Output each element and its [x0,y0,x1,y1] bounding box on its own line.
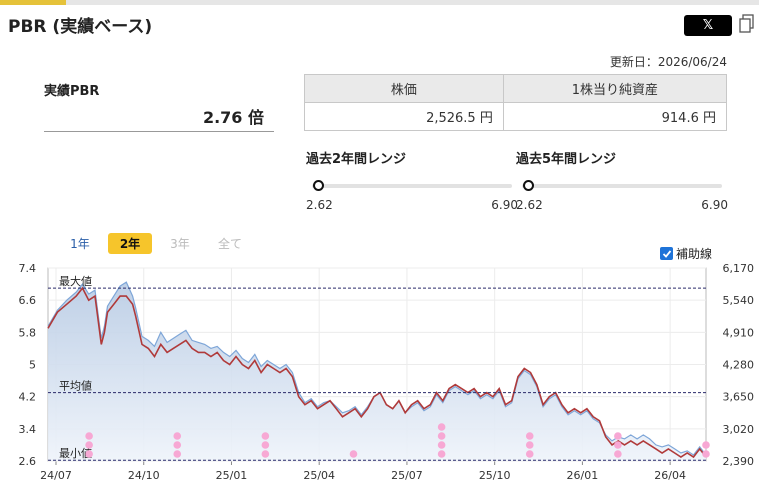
x-tick-label: 25/10 [479,469,511,482]
ref-line-label: 最大値 [59,274,92,288]
x-tick-label: 26/04 [654,469,686,482]
x-tick-label: 25/07 [391,469,423,482]
event-marker [702,441,710,449]
event-marker [173,441,182,449]
range-2y-track [312,184,512,188]
range-2y-min: 2.62 [306,198,333,212]
y-right-tick-label: 4,910 [723,326,755,339]
event-marker [525,441,534,449]
y-right-tick-label: 2,390 [723,455,755,468]
event-marker [437,441,446,449]
x-tick-label: 25/04 [303,469,335,482]
y-left-tick-label: 7.4 [19,262,37,275]
y-left-tick-label: 5 [29,359,36,372]
pbr-underline [44,131,274,132]
event-marker [614,450,622,458]
event-marker [437,423,446,431]
event-marker [525,432,534,440]
page-title: PBR (実績ベース) [8,17,153,37]
event-marker [85,450,93,458]
y-left-tick-label: 4.2 [19,391,37,404]
event-marker [261,432,270,440]
tab-3y: 3年 [170,237,190,251]
y-left-tick-label: 2.6 [19,455,37,468]
updated-date: 更新日：2026/06/24 [609,55,727,69]
tab-1y[interactable]: 1年 [58,233,102,254]
y-right-tick-label: 5,540 [723,294,755,307]
range-5y-knob [522,180,534,191]
pbr-chart: 24/07 24/10 25/01 25/04 25/07 25/10 26/01 26/04… [19,262,755,482]
range-2y-max: 6.90 [491,198,518,212]
x-tick-label: 24/07 [40,469,72,482]
range-2y-knob [312,180,324,191]
period-tabs: 1年 2年 3年 全て [58,233,258,254]
tab-2y[interactable]: 2年 [108,233,152,254]
y-right-tick-label: 4,280 [723,359,755,372]
x-tick-label: 26/01 [567,469,599,482]
x-tick-label: 25/01 [216,469,248,482]
y-right-tick-label: 3,650 [723,391,755,404]
price-table: 株価 1株当り純資産 2,526.5 円 914.6 円 [304,74,728,131]
range-5y-max: 6.90 [701,198,728,212]
y-right-tick-label: 3,020 [723,423,755,436]
pbr-label: 実績PBR [44,84,100,99]
range-5y-label: 過去5年間レンジ [516,152,617,167]
top-rule [0,0,759,5]
event-marker [261,450,270,458]
event-marker [614,441,622,449]
y-left-tick-label: 6.6 [19,294,37,307]
bps-value: 914.6 円 [502,102,728,131]
copy-icon[interactable] [739,14,755,34]
x-tick-label: 24/10 [128,469,160,482]
event-marker [702,450,710,458]
bps-header: 1株当り純資産 [502,74,728,103]
y-left-tick-label: 5.8 [19,326,37,339]
event-marker [261,441,270,449]
tab-all: 全て [217,237,242,251]
y-right-tick-label: 6,170 [723,262,755,275]
range-5y-min: 2.62 [516,198,543,212]
event-marker [173,432,182,440]
y-left-tick-label: 3.4 [19,423,37,436]
event-marker [437,450,446,458]
range-5y: 過去5年間レンジ 2.62 6.90 [516,148,728,212]
share-x-button[interactable]: 𝕏 [684,15,732,36]
event-marker [614,432,622,440]
top-rule-accent [0,0,66,5]
event-marker [173,450,182,458]
pbr-value: 2.76 倍 [202,108,264,127]
event-marker [85,441,93,449]
range-2y-label: 過去2年間レンジ [306,152,407,167]
price-header: 株価 [304,74,504,103]
event-marker [525,450,534,458]
event-marker [349,450,358,458]
range-5y-track [522,184,722,188]
range-2y: 過去2年間レンジ 2.62 6.90 [306,148,518,212]
ref-line-label: 平均値 [59,380,92,393]
price-value: 2,526.5 円 [304,102,504,131]
event-marker [85,432,93,440]
event-marker [437,432,446,440]
